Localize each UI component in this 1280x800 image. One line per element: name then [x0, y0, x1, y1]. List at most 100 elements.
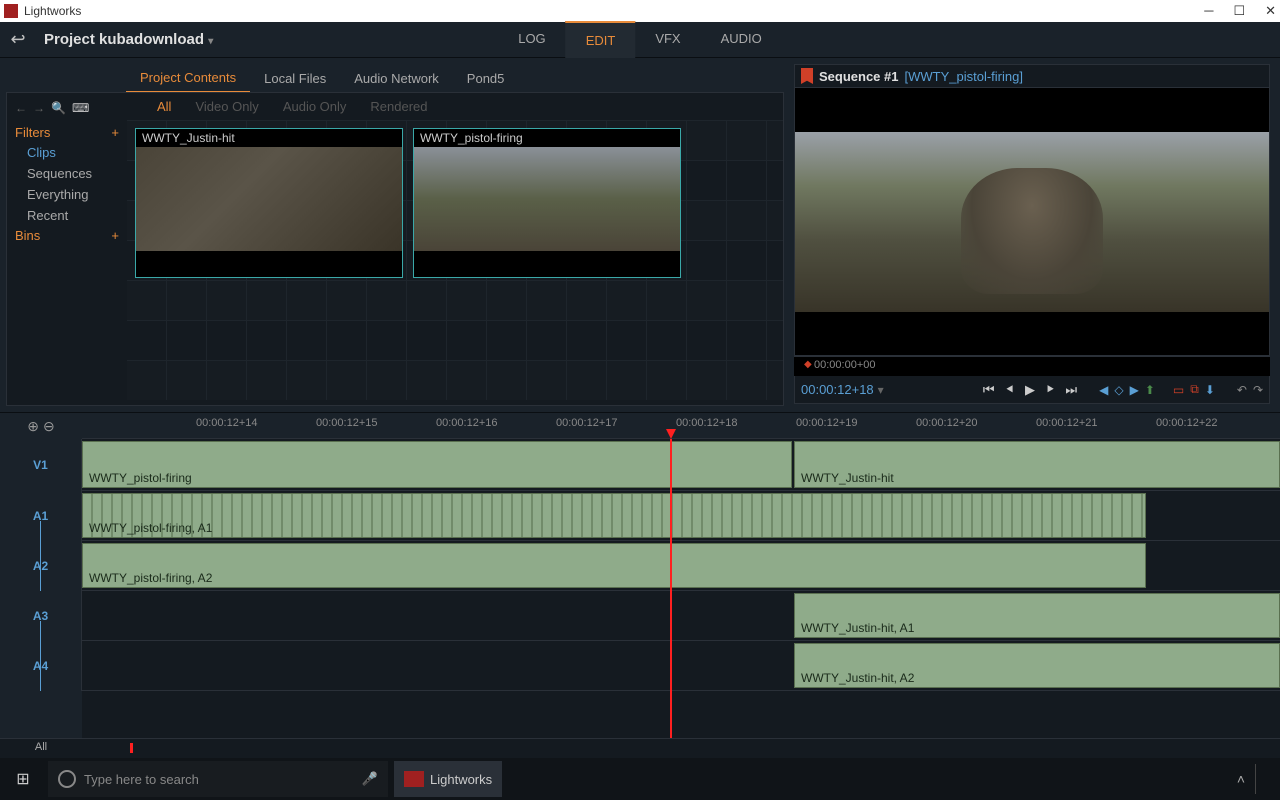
timeline-clip[interactable]: WWTY_pistol-firing, A1 — [82, 493, 1146, 538]
timeline-scrollbar[interactable] — [82, 739, 1280, 758]
viewer-header[interactable]: Sequence #1 [WWTY_pistol-firing] — [794, 64, 1270, 88]
timeline-clip[interactable]: WWTY_pistol-firing, A2 — [82, 543, 1146, 588]
start-button[interactable]: ⊞ — [0, 758, 46, 800]
sidebar-item-clips[interactable]: Clips — [15, 142, 119, 163]
zoom-out-icon[interactable]: ⊖ — [43, 418, 55, 435]
track-label-a2[interactable]: A2 — [0, 541, 82, 591]
timeline-body: V1 A1 A2 A3 A4 WWTY_pistol-firing WWTY_J… — [0, 439, 1280, 738]
mark-clear-icon[interactable]: ◇ — [1114, 383, 1123, 397]
insert-icon[interactable]: ⬇ — [1205, 383, 1215, 397]
redo-icon[interactable]: ↷ — [1253, 383, 1263, 397]
taskbar-app-button[interactable]: Lightworks — [394, 761, 502, 797]
mode-tabs: LOG EDIT VFX AUDIO — [498, 21, 782, 58]
step-forward-icon[interactable]: ⯈ — [1045, 382, 1055, 398]
ruler-tick: 00:00:12+16 — [436, 417, 497, 429]
scrub-timecode: 00:00:00+00 — [814, 359, 875, 371]
bins-header[interactable]: Bins + — [15, 226, 119, 245]
timeline-clip[interactable]: WWTY_Justin-hit, A1 — [794, 593, 1280, 638]
chevron-down-icon[interactable]: ▾ — [878, 383, 884, 397]
filter-audio-only[interactable]: Audio Only — [283, 99, 347, 114]
playhead[interactable] — [670, 439, 672, 738]
filters-header[interactable]: Filters + — [15, 123, 119, 142]
viewer-video[interactable] — [794, 88, 1270, 356]
close-button[interactable]: ✕ — [1265, 3, 1276, 19]
video-frame — [795, 132, 1269, 312]
nav-back-icon[interactable]: ← — [15, 101, 27, 115]
clip-grid[interactable]: WWTY_Justin-hit WWTY_pistol-firing — [127, 120, 783, 400]
timeline-clip[interactable]: WWTY_Justin-hit, A2 — [794, 643, 1280, 688]
remove-icon[interactable]: ▭ — [1173, 383, 1184, 397]
sidebar-item-everything[interactable]: Everything — [15, 184, 119, 205]
track-a3[interactable]: WWTY_Justin-hit, A1 — [82, 591, 1280, 641]
ctab-audio-network[interactable]: Audio Network — [340, 65, 453, 92]
track-label-v1[interactable]: V1 — [0, 439, 82, 491]
scrub-bar[interactable]: ◆ 00:00:00+00 — [794, 356, 1270, 376]
clip-thumbnail[interactable]: WWTY_Justin-hit — [135, 128, 403, 278]
ctab-pond5[interactable]: Pond5 — [453, 65, 519, 92]
marker-icon[interactable]: ⬆ — [1145, 383, 1155, 397]
timeline-tracks[interactable]: WWTY_pistol-firing WWTY_Justin-hit WWTY_… — [82, 439, 1280, 738]
back-icon[interactable]: ↩ — [0, 29, 36, 50]
filter-video-only[interactable]: Video Only — [195, 99, 258, 114]
tab-audio[interactable]: AUDIO — [701, 21, 782, 58]
add-bin-icon[interactable]: + — [111, 228, 119, 243]
ctab-project-contents[interactable]: Project Contents — [126, 64, 250, 93]
sidebar-item-sequences[interactable]: Sequences — [15, 163, 119, 184]
filter-all[interactable]: All — [157, 99, 171, 114]
step-back-icon[interactable]: ⯇ — [1005, 382, 1015, 398]
track-a2[interactable]: WWTY_pistol-firing, A2 — [82, 541, 1280, 591]
mic-icon[interactable]: 🎤 — [362, 771, 378, 787]
taskbar-search[interactable]: Type here to search 🎤 — [48, 761, 388, 797]
filter-rendered[interactable]: Rendered — [370, 99, 427, 114]
tray-chevron-icon[interactable]: ˄ — [1237, 771, 1245, 787]
sidebar-item-recent[interactable]: Recent — [15, 205, 119, 226]
goto-start-icon[interactable]: ⏮ — [983, 382, 995, 398]
project-title[interactable]: Project kubadownload ▾ — [36, 31, 221, 48]
tab-edit[interactable]: EDIT — [566, 21, 636, 58]
ctab-local-files[interactable]: Local Files — [250, 65, 340, 92]
minimize-button[interactable]: ─ — [1204, 3, 1213, 19]
nav-forward-icon[interactable]: → — [33, 101, 45, 115]
mark-out-icon[interactable]: ▶ — [1130, 383, 1139, 397]
tab-vfx[interactable]: VFX — [635, 21, 700, 58]
timeline-ruler[interactable]: 00:00:12+14 00:00:12+15 00:00:12+16 00:0… — [82, 413, 1280, 439]
clip-thumbnail[interactable]: WWTY_pistol-firing — [413, 128, 681, 278]
app-root: ↩ Project kubadownload ▾ LOG EDIT VFX AU… — [0, 22, 1280, 758]
window-titlebar: Lightworks ─ ☐ ✕ — [0, 0, 1280, 22]
track-label-a3[interactable]: A3 — [0, 591, 82, 641]
viewer-panel: Sequence #1 [WWTY_pistol-firing] ◆ 00:00… — [790, 58, 1280, 412]
tab-log[interactable]: LOG — [498, 21, 565, 58]
ruler-tick: 00:00:12+19 — [796, 417, 857, 429]
maximize-button[interactable]: ☐ — [1233, 3, 1245, 19]
mark-in-icon[interactable]: ◀ — [1099, 383, 1108, 397]
zoom-in-icon[interactable]: ⊕ — [27, 418, 39, 435]
track-link-line — [40, 521, 41, 591]
track-a1[interactable]: WWTY_pistol-firing, A1 — [82, 491, 1280, 541]
zoom-controls: ⊕ ⊖ — [0, 413, 82, 439]
track-label-a4[interactable]: A4 — [0, 641, 82, 691]
ruler-tick: 00:00:12+15 — [316, 417, 377, 429]
keyboard-icon[interactable]: ⌨ — [72, 101, 89, 115]
app-icon — [404, 771, 424, 787]
add-filter-icon[interactable]: + — [111, 125, 119, 140]
window-title: Lightworks — [24, 4, 81, 18]
delete-icon[interactable]: ⧉ — [1190, 382, 1199, 397]
track-a4[interactable]: WWTY_Justin-hit, A2 — [82, 641, 1280, 691]
show-desktop[interactable] — [1255, 764, 1266, 794]
ruler-tick: 00:00:12+14 — [196, 417, 257, 429]
scroll-thumb[interactable] — [130, 743, 133, 753]
track-label-a1[interactable]: A1 — [0, 491, 82, 541]
timecode-display[interactable]: 00:00:12+18 — [801, 382, 874, 397]
play-icon[interactable]: ▶ — [1025, 382, 1035, 398]
timeline-all-label[interactable]: All — [0, 739, 82, 758]
undo-redo: ↶ ↷ — [1237, 383, 1263, 397]
search-icon[interactable]: 🔍 — [51, 101, 66, 115]
timeline-clip[interactable]: WWTY_Justin-hit — [794, 441, 1280, 488]
content-panel: Project Contents Local Files Audio Netwo… — [0, 58, 790, 412]
cortana-icon — [58, 770, 76, 788]
track-v1[interactable]: WWTY_pistol-firing WWTY_Justin-hit — [82, 439, 1280, 491]
goto-end-icon[interactable]: ⏭ — [1065, 382, 1077, 398]
clip-label: WWTY_pistol-firing — [414, 129, 680, 147]
undo-icon[interactable]: ↶ — [1237, 383, 1247, 397]
timeline-clip[interactable]: WWTY_pistol-firing — [82, 441, 792, 488]
